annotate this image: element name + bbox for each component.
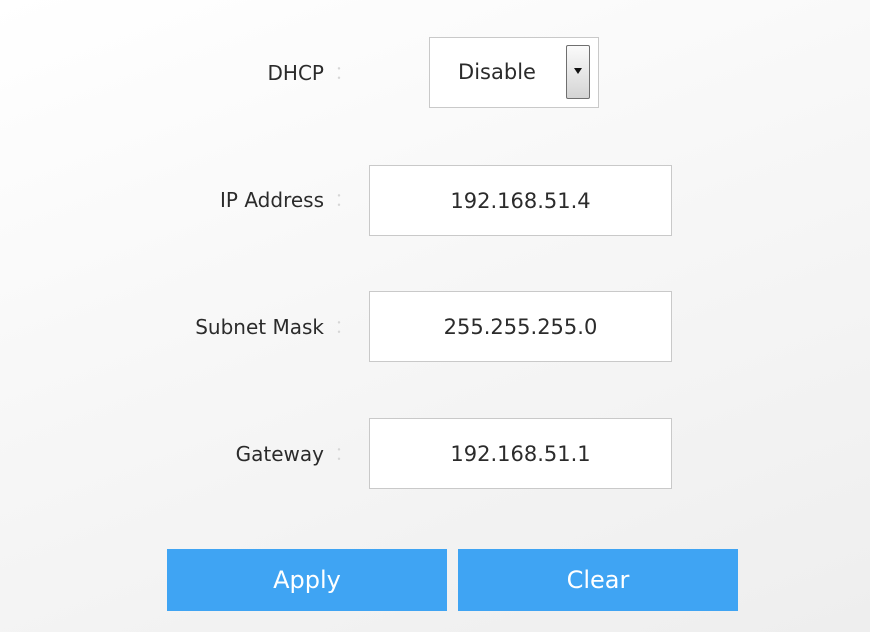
gateway-label-separator: ︰ xyxy=(330,445,348,466)
ip-address-label: IP Address ︰ xyxy=(100,184,348,216)
network-settings-panel: DHCP ︰ Disable IP Address ︰ Subnet Mask ︰ G… xyxy=(0,0,870,632)
dropdown-arrow-icon[interactable] xyxy=(566,45,590,99)
clear-button[interactable]: Clear xyxy=(458,549,738,611)
apply-button[interactable]: Apply xyxy=(167,549,447,611)
subnet-mask-label-separator: ︰ xyxy=(330,318,348,339)
ip-address-input[interactable] xyxy=(369,165,672,236)
dhcp-label-separator: ︰ xyxy=(330,64,348,85)
dhcp-label: DHCP ︰ xyxy=(150,57,348,89)
subnet-mask-input[interactable] xyxy=(369,291,672,362)
ip-address-label-text: IP Address xyxy=(220,188,324,212)
ip-address-label-separator: ︰ xyxy=(330,191,348,212)
dhcp-select[interactable]: Disable xyxy=(429,37,599,108)
dhcp-select-value: Disable xyxy=(458,60,536,84)
chevron-down-icon xyxy=(574,68,582,74)
gateway-label-text: Gateway xyxy=(235,442,324,466)
gateway-label: Gateway ︰ xyxy=(100,438,348,470)
dhcp-label-text: DHCP xyxy=(267,61,324,85)
subnet-mask-label-text: Subnet Mask xyxy=(195,315,324,339)
gateway-input[interactable] xyxy=(369,418,672,489)
subnet-mask-label: Subnet Mask ︰ xyxy=(100,311,348,343)
